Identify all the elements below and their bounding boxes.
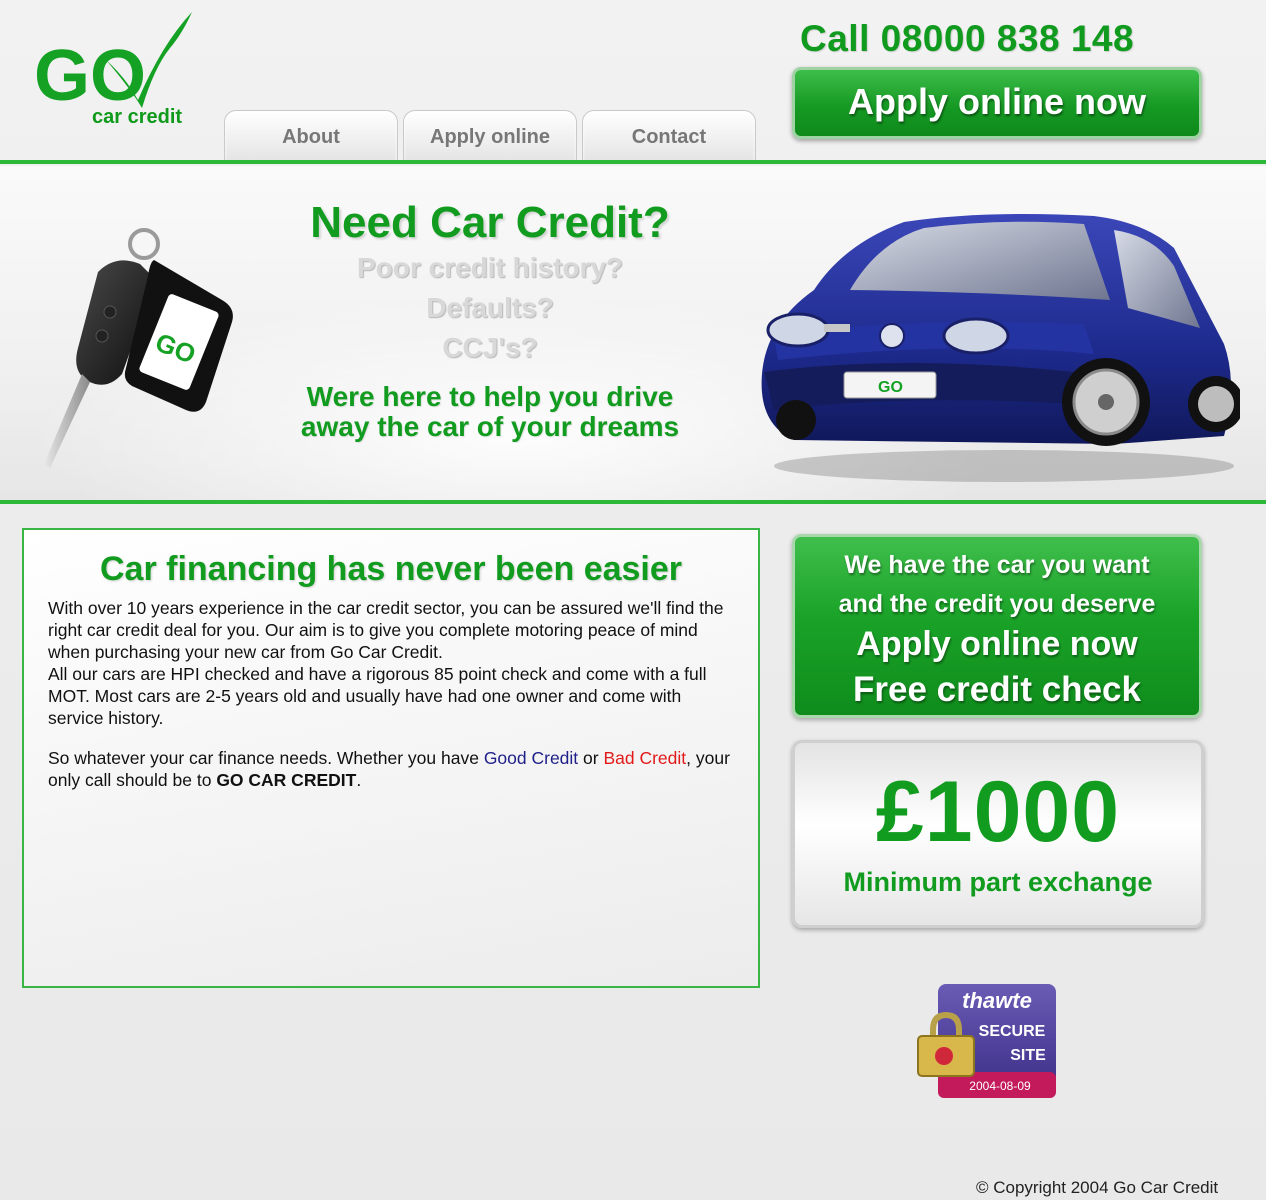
part-exchange-amount: £1000: [875, 764, 1121, 860]
content-panel: Car financing has never been easier With…: [22, 528, 760, 988]
thawte-secure-site-badge[interactable]: thawte SECURE SITE 2004-08-09: [916, 982, 1058, 1100]
hero-title: Need Car Credit?: [310, 198, 670, 247]
car-keys-image: GO: [44, 228, 233, 468]
part-exchange-panel: £1000 Minimum part exchange: [792, 740, 1204, 928]
hero-tagline-line2: away the car of your dreams: [300, 411, 680, 442]
badge-line-secure: SECURE: [979, 1023, 1046, 1040]
thawte-brand: thawte: [962, 988, 1032, 1013]
divider-bottom: [0, 500, 1266, 504]
brand-name: GO CAR CREDIT: [216, 770, 357, 790]
logo-tagline: car credit: [92, 106, 183, 128]
content-paragraph-hpi: All our cars are HPI checked and have a …: [48, 664, 707, 728]
svg-text:GO: GO: [878, 379, 903, 396]
hero-subtitle-credit-history: Poor credit history?: [356, 252, 624, 283]
content-title: Car financing has never been easier: [99, 550, 683, 588]
tab-about[interactable]: About: [224, 110, 398, 162]
content-paragraph-experience: With over 10 years experience in the car…: [48, 598, 724, 662]
apply-promo-button[interactable]: We have the car you want and the credit …: [792, 534, 1202, 718]
divider-top: [0, 160, 1266, 164]
tab-apply-online[interactable]: Apply online: [403, 110, 577, 162]
summary-text-end: .: [356, 770, 362, 790]
content-paragraph-summary: So whatever your car finance needs. Whet…: [48, 747, 734, 791]
promo-line-free-check: Free credit check: [853, 670, 1141, 709]
summary-text-or: or: [578, 748, 604, 768]
summary-text-prefix: So whatever your car finance needs. Whet…: [48, 748, 484, 768]
hero-tagline: Were here to help you drive away the car…: [230, 382, 750, 442]
apply-online-button[interactable]: Apply online now: [792, 67, 1202, 139]
content-body: With over 10 years experience in the car…: [48, 597, 734, 791]
badge-date: 2004-08-09: [969, 1079, 1031, 1093]
part-exchange-label: Minimum part exchange: [843, 867, 1153, 897]
promo-line-apply: Apply online now: [856, 625, 1138, 663]
phone-number[interactable]: Call 08000 838 148: [800, 18, 1134, 60]
promo-line-car: We have the car you want: [844, 551, 1150, 579]
hero-banner: GO Need Car Credit? Poor credit history?…: [0, 166, 1266, 500]
hero-subtitle-defaults: Defaults?: [426, 292, 554, 323]
good-credit-link[interactable]: Good Credit: [484, 748, 578, 768]
tab-contact[interactable]: Contact: [582, 110, 756, 162]
logo-text: GO: [34, 36, 146, 116]
hero-tagline-line1: Were here to help you drive: [306, 381, 674, 412]
badge-line-site: SITE: [1010, 1047, 1046, 1064]
promo-line-credit: and the credit you deserve: [838, 590, 1156, 618]
copyright: © Copyright 2004 Go Car Credit: [976, 1178, 1219, 1197]
blue-car-image: GO: [761, 214, 1240, 482]
hero-subtitle-ccjs: CCJ's?: [442, 332, 538, 363]
bad-credit-link[interactable]: Bad Credit: [603, 748, 686, 768]
